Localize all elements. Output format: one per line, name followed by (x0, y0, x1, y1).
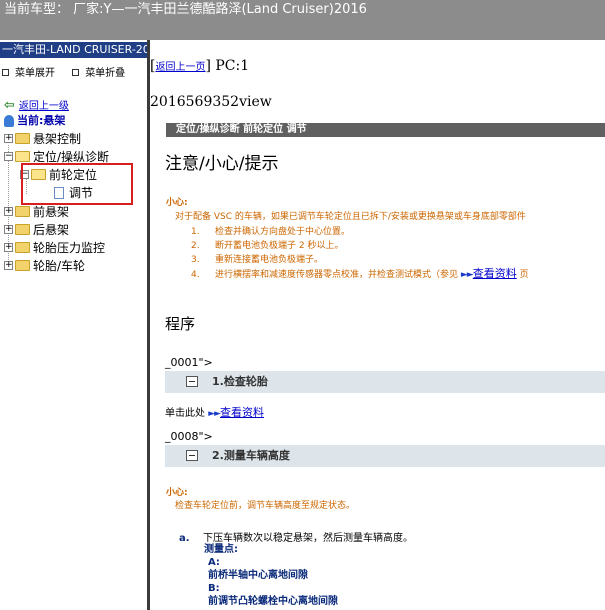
navigation-pane: 一汽丰田-LAND CRUISER-2016 菜单展开 菜单折叠 ⇦返回上一级 … (0, 40, 147, 610)
list-item: 4. 进行横摆率和减速度传感器零点校准，并检查测试模式（参见 ►►查看资料 页 (191, 267, 529, 280)
list-item: 1. 检查并确认方向盘处于中心位置。 (191, 227, 351, 237)
caution-label: 小心: (166, 488, 188, 498)
menu-collapse-button[interactable]: 菜单折叠 (72, 68, 125, 79)
measure-title: 测量点: (204, 544, 238, 555)
expand-icon[interactable]: + (4, 207, 13, 216)
step-header-2[interactable]: 2.测量车辆高度 (165, 445, 605, 467)
collapse-icon[interactable]: − (4, 152, 13, 161)
highlight-annotation-box (21, 163, 133, 205)
tree-item-front-suspension[interactable]: + 前悬架 (4, 203, 69, 221)
current-model-title: 当前车型： 厂家:Y—一汽丰田兰德酷路泽(Land Cruiser)2016 (4, 2, 367, 17)
expand-icon[interactable]: + (4, 134, 13, 143)
measure-a-text: 前桥半轴中心离地间隙 (208, 570, 308, 581)
folder-icon (15, 224, 30, 235)
anchor-tag-2: _0008"> (165, 430, 213, 443)
back-arrow-icon[interactable]: ⇦ (4, 98, 15, 113)
folder-icon (15, 260, 30, 271)
measurement-points: 测量点: A: 前桥半轴中心离地间隙 B: 前调节凸轮螺栓中心离地间隙 (204, 543, 338, 608)
folder-icon (15, 242, 30, 253)
caution-intro: 对于配备 VSC 的车辆，如果已调节车轮定位且已拆下/安装或更换悬架或车身底部零… (175, 212, 526, 222)
section-breadcrumb-bar: 定位/操纵诊断 前轮定位 调节 (166, 123, 605, 137)
notice-heading: 注意/小心/提示 (165, 154, 279, 174)
folder-open-icon (15, 151, 30, 162)
caution-text: 检查车轮定位前，调节车辆高度至规定状态。 (175, 501, 356, 511)
click-here-row: 单击此处 ►►查看资料 (165, 406, 265, 419)
collapse-all-icon (72, 68, 80, 76)
collapse-step-icon[interactable] (186, 449, 198, 461)
anchor-tag-1: _0001"> (165, 356, 213, 369)
tree-item-tire-pressure-monitor[interactable]: + 轮胎压力监控 (4, 239, 105, 257)
double-arrow-icon: ►► (208, 409, 221, 419)
substep-a: a. 下压车辆数次以稳定悬架，然后测量车辆高度。 (179, 533, 413, 544)
expand-icon[interactable]: + (4, 261, 13, 270)
back-page-link[interactable]: 返回上一页 (155, 62, 205, 73)
back-level-link[interactable]: 返回上一级 (19, 101, 69, 112)
procedure-heading: 程序 (165, 315, 196, 333)
menu-toggle-row: 菜单展开 菜单折叠 (2, 64, 139, 79)
page-nav-row: [返回上一页] PC:1 (150, 58, 250, 74)
tree-item-rear-suspension[interactable]: + 后悬架 (4, 221, 69, 239)
collapse-step-icon[interactable] (186, 375, 198, 387)
document-id: 2016569352view (150, 94, 272, 110)
view-reference-link[interactable]: ►►查看资料 (461, 267, 517, 280)
pc-label: PC:1 (215, 58, 250, 74)
step-header-1[interactable]: 1.检查轮胎 (165, 371, 605, 393)
page-suffix: 页 (519, 270, 529, 280)
double-arrow-icon: ►► (460, 270, 474, 280)
expand-all-icon (2, 68, 9, 76)
current-node: 当前:悬架 (4, 112, 65, 128)
caution-label: 小心: (166, 198, 188, 208)
measure-b-text: 前调节凸轮螺栓中心离地间隙 (208, 596, 338, 607)
folder-icon (15, 206, 30, 217)
caution-list: 1. 检查并确认方向盘处于中心位置。 2. 断开蓄电池负极端子 2 秒以上。 3. 重… (191, 225, 529, 281)
view-reference-link[interactable]: ►►查看资料 (208, 406, 264, 419)
list-item: 2. 断开蓄电池负极端子 2 秒以上。 (191, 241, 344, 251)
tree-header: 一汽丰田-LAND CRUISER-2016 (0, 42, 147, 58)
measure-b-label: B: (208, 583, 220, 594)
folder-icon (15, 133, 30, 144)
tree-item-tire-wheel[interactable]: + 轮胎/车轮 (4, 257, 85, 275)
menu-expand-button[interactable]: 菜单展开 (2, 68, 55, 79)
content-pane: [返回上一页] PC:1 2016569352view 定位/操纵诊断 前轮定位… (150, 40, 605, 610)
measure-a-label: A: (208, 557, 220, 568)
title-bar: 当前车型： 厂家:Y—一汽丰田兰德酷路泽(Land Cruiser)2016 (0, 0, 605, 40)
back-level-row: ⇦ 返回上一级 (4, 97, 69, 113)
location-pin-icon (4, 115, 14, 127)
expand-icon[interactable]: + (4, 243, 13, 252)
tree-item-suspension-control[interactable]: + 悬架控制 (4, 130, 81, 148)
list-item: 3. 重新连接蓄电池负极端子。 (191, 255, 324, 265)
expand-icon[interactable]: + (4, 225, 13, 234)
